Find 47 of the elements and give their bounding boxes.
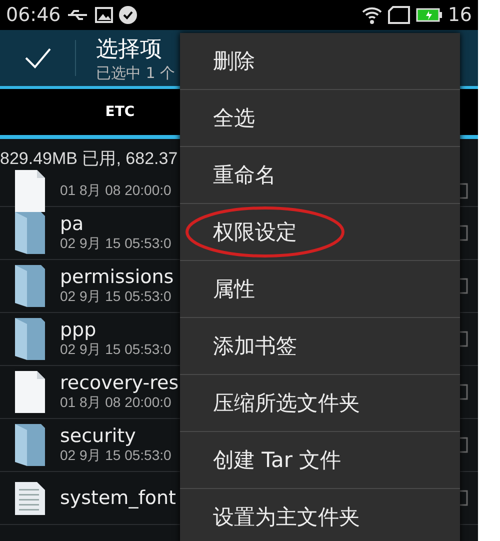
menu-item[interactable]: 权限设定: [180, 204, 460, 261]
action-title: 选择项: [96, 36, 163, 64]
done-check-icon[interactable]: [24, 47, 52, 69]
selection-count: 已选中 1 个: [96, 64, 176, 82]
menu-item[interactable]: 添加书签: [180, 318, 460, 375]
file-name: ppp: [60, 319, 98, 341]
file-name: security: [60, 425, 137, 447]
menu-item[interactable]: 设置为主文件夹: [180, 489, 460, 541]
text-file-icon: [14, 481, 46, 515]
wifi-icon: [362, 6, 382, 24]
menu-item[interactable]: 全选: [180, 90, 460, 147]
file-date: 02 9月 15 05:53:0: [60, 447, 172, 465]
checkbox-icon[interactable]: [458, 437, 468, 453]
menu-item[interactable]: 创建 Tar 文件: [180, 432, 460, 489]
check-circle-icon: [118, 6, 137, 24]
battery-level: 16: [448, 4, 472, 26]
folder-icon: [13, 263, 47, 309]
folder-icon: [13, 210, 47, 256]
menu-item[interactable]: 重命名: [180, 147, 460, 204]
file-name: pa: [60, 213, 85, 235]
checkbox-icon[interactable]: [458, 183, 468, 199]
checkbox-icon[interactable]: [458, 278, 468, 294]
file-date: 01 8月 08 20:00:0: [60, 182, 172, 200]
file-date: 02 9月 15 05:53:0: [60, 235, 172, 253]
menu-item[interactable]: 属性: [180, 261, 460, 318]
folder-icon: [13, 316, 47, 362]
menu-item[interactable]: 压缩所选文件夹: [180, 375, 460, 432]
menu-item[interactable]: 删除: [180, 33, 460, 90]
clock: 06:46: [6, 4, 61, 26]
image-icon: [94, 7, 113, 23]
file-icon: [14, 370, 46, 414]
sd-card-icon: [388, 6, 410, 24]
checkbox-icon[interactable]: [458, 384, 468, 400]
file-name: permissions: [60, 266, 174, 288]
file-icon: [14, 169, 46, 213]
usb-icon: [66, 9, 89, 21]
file-date: 01 8月 08 20:00:0: [60, 394, 172, 412]
file-name: system_font: [60, 487, 176, 509]
checkbox-icon[interactable]: [458, 225, 468, 241]
file-date: 02 9月 15 05:53:0: [60, 288, 172, 306]
battery-icon: [416, 8, 442, 22]
folder-icon: [13, 422, 47, 468]
storage-usage: 829.49MB 已用, 682.37: [0, 148, 178, 170]
checkbox-icon[interactable]: [458, 331, 468, 347]
checkbox-icon[interactable]: [458, 490, 468, 506]
file-name: recovery-res: [60, 372, 179, 394]
file-date: 02 9月 15 05:53:0: [60, 341, 172, 359]
